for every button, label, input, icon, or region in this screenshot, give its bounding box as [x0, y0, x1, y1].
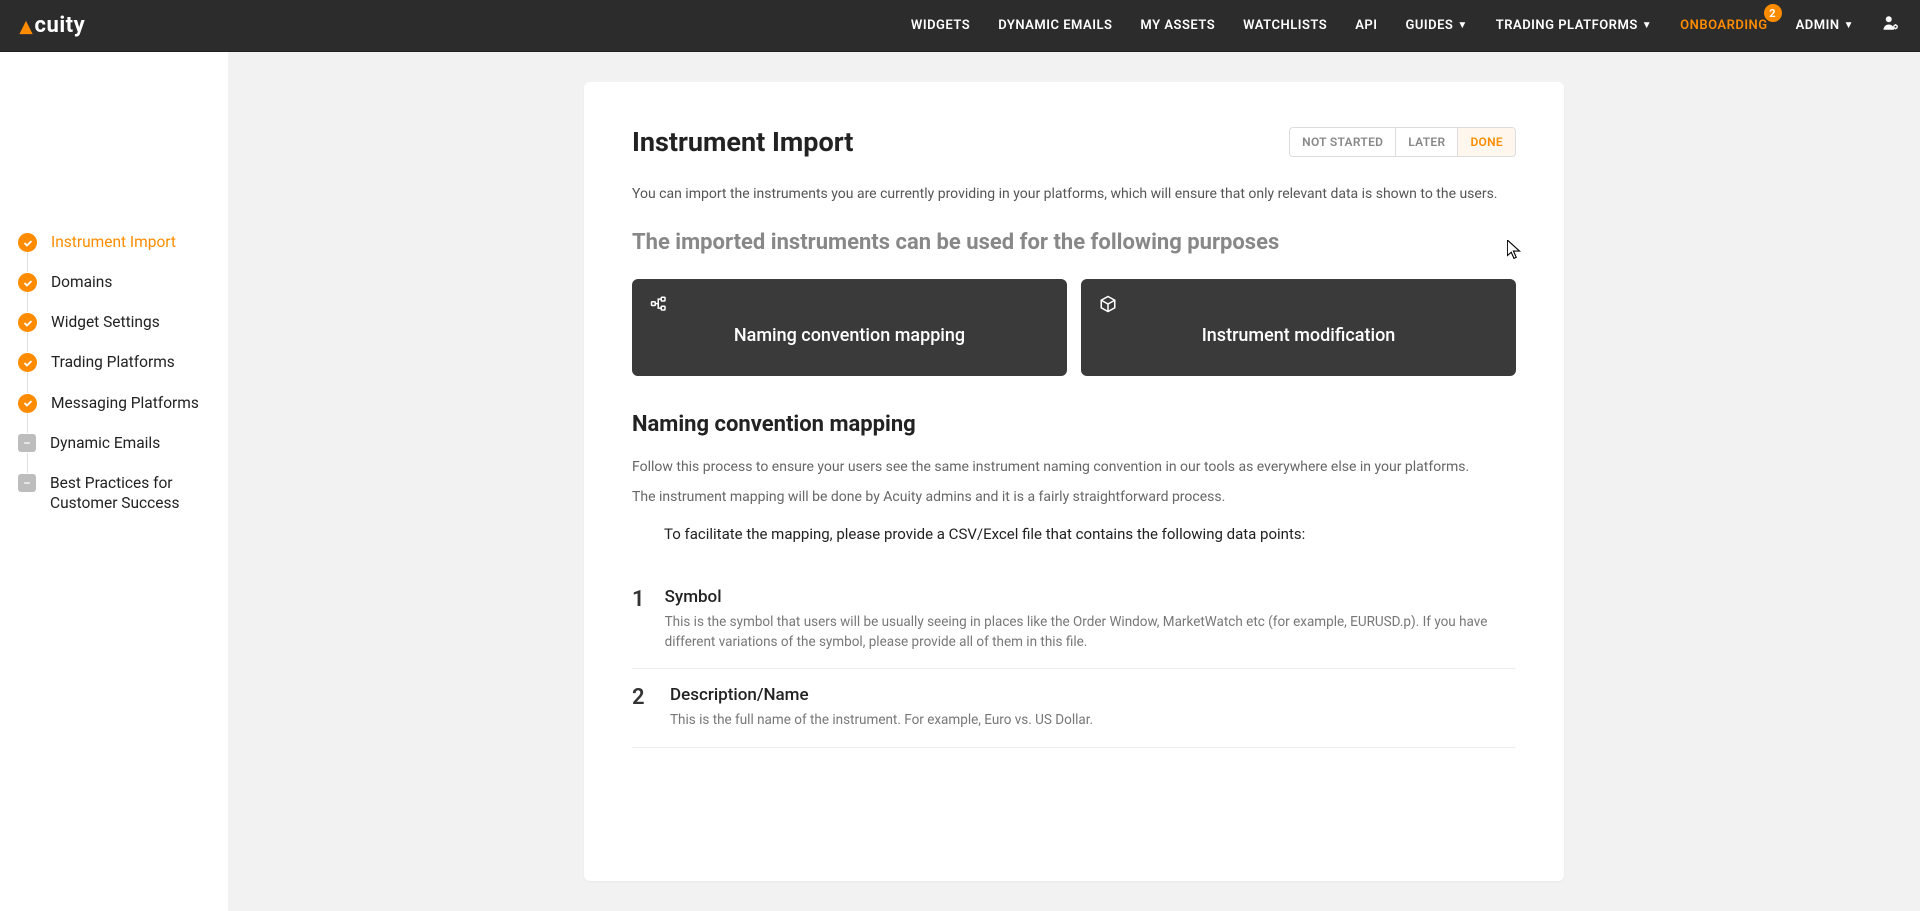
sidebar-item-label: Widget Settings: [51, 312, 160, 332]
sidebar-item-label: Trading Platforms: [51, 352, 175, 372]
nav-watchlists[interactable]: WATCHLISTS: [1243, 18, 1327, 33]
onboarding-steps-sidebar: Instrument Import Domains Widget Setting…: [0, 52, 228, 911]
nav-api[interactable]: API: [1355, 18, 1377, 33]
nav-my-assets[interactable]: MY ASSETS: [1140, 18, 1215, 33]
chevron-down-icon: ▼: [1844, 20, 1854, 31]
cube-icon: [1099, 295, 1117, 317]
chevron-down-icon: ▼: [1457, 20, 1467, 31]
sidebar-item-label: Messaging Platforms: [51, 393, 199, 413]
status-done[interactable]: DONE: [1458, 128, 1515, 156]
check-icon: [18, 273, 37, 292]
brand-logo[interactable]: ▴cuity: [20, 12, 85, 40]
main-content: Instrument Import NOT STARTED LATER DONE…: [228, 52, 1920, 911]
sitemap-icon: [650, 295, 668, 317]
tile-title: Naming convention mapping: [652, 325, 1047, 346]
sidebar-item-domains[interactable]: Domains: [18, 262, 212, 302]
content-card: Instrument Import NOT STARTED LATER DONE…: [584, 82, 1564, 881]
datapoint-row-symbol: 1 Symbol This is the symbol that users w…: [632, 571, 1516, 669]
sidebar-item-label: Best Practices for Customer Success: [50, 473, 212, 513]
user-settings-icon[interactable]: [1882, 14, 1900, 37]
datapoint-number: 1: [632, 587, 645, 652]
nav-dynamic-emails[interactable]: DYNAMIC EMAILS: [998, 18, 1112, 33]
status-segmented-control: NOT STARTED LATER DONE: [1289, 127, 1516, 157]
intro-paragraph: You can import the instruments you are c…: [632, 186, 1516, 202]
section-paragraph-1: Follow this process to ensure your users…: [632, 459, 1516, 475]
section-title: Naming convention mapping: [632, 412, 1516, 437]
datapoint-title: Description/Name: [670, 685, 1093, 705]
purposes-heading: The imported instruments can be used for…: [632, 230, 1516, 255]
page-title: Instrument Import: [632, 126, 853, 158]
nav-guides[interactable]: GUIDES▼: [1406, 18, 1468, 33]
sidebar-item-label: Dynamic Emails: [50, 433, 160, 453]
check-icon: [18, 233, 37, 252]
datapoint-number: 2: [632, 685, 650, 731]
sidebar-item-label: Instrument Import: [51, 232, 176, 252]
status-later[interactable]: LATER: [1396, 128, 1458, 156]
top-nav-bar: ▴cuity WIDGETS DYNAMIC EMAILS MY ASSETS …: [0, 0, 1920, 52]
datapoint-description: This is the symbol that users will be us…: [665, 613, 1516, 652]
minus-icon: [18, 434, 36, 452]
minus-icon: [18, 474, 36, 492]
sidebar-item-trading-platforms[interactable]: Trading Platforms: [18, 342, 212, 382]
tile-naming-convention[interactable]: Naming convention mapping: [632, 279, 1067, 376]
csv-instruction: To facilitate the mapping, please provid…: [664, 525, 1516, 543]
datapoint-description: This is the full name of the instrument.…: [670, 711, 1093, 731]
sidebar-item-best-practices[interactable]: Best Practices for Customer Success: [18, 463, 212, 523]
sidebar-item-instrument-import[interactable]: Instrument Import: [18, 222, 212, 262]
datapoint-title: Symbol: [665, 587, 1516, 607]
logo-mark-icon: ▴: [20, 12, 33, 40]
datapoint-row-description: 2 Description/Name This is the full name…: [632, 669, 1516, 748]
main-nav: WIDGETS DYNAMIC EMAILS MY ASSETS WATCHLI…: [911, 14, 1900, 37]
sidebar-item-messaging-platforms[interactable]: Messaging Platforms: [18, 383, 212, 423]
onboarding-badge: 2: [1764, 4, 1782, 22]
check-icon: [18, 353, 37, 372]
sidebar-item-label: Domains: [51, 272, 112, 292]
status-not-started[interactable]: NOT STARTED: [1290, 128, 1396, 156]
check-icon: [18, 313, 37, 332]
section-paragraph-2: The instrument mapping will be done by A…: [632, 489, 1516, 505]
tile-instrument-modification[interactable]: Instrument modification: [1081, 279, 1516, 376]
tile-title: Instrument modification: [1101, 325, 1496, 346]
sidebar-item-widget-settings[interactable]: Widget Settings: [18, 302, 212, 342]
brand-name: cuity: [35, 13, 86, 38]
check-icon: [18, 394, 37, 413]
nav-admin[interactable]: ADMIN▼: [1796, 18, 1854, 33]
nav-widgets[interactable]: WIDGETS: [911, 18, 970, 33]
chevron-down-icon: ▼: [1642, 20, 1652, 31]
sidebar-item-dynamic-emails[interactable]: Dynamic Emails: [18, 423, 212, 463]
nav-onboarding[interactable]: ONBOARDING 2: [1680, 18, 1767, 33]
nav-trading-platforms[interactable]: TRADING PLATFORMS▼: [1496, 18, 1652, 33]
